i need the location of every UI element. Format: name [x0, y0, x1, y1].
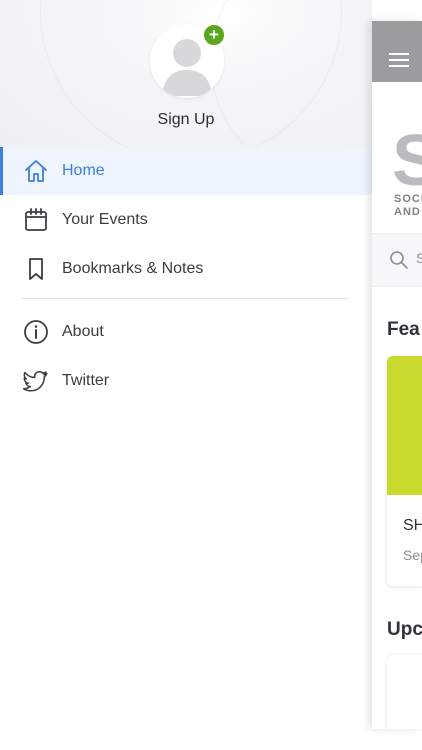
- app-logo-letter: S: [392, 121, 422, 201]
- twitter-icon: [22, 367, 50, 395]
- search-icon: [390, 251, 408, 269]
- hamburger-menu-icon[interactable]: [389, 53, 409, 71]
- main-content-panel[interactable]: S SOCI AND S Fea SH Sep Upc: [372, 21, 422, 729]
- featured-event-card[interactable]: SH Sep: [387, 356, 422, 586]
- search-placeholder: S: [416, 250, 422, 266]
- featured-section-title: Fea: [387, 319, 420, 340]
- menu-item-your-events[interactable]: Your Events: [0, 196, 372, 244]
- menu-item-label: Your Events: [62, 211, 148, 228]
- menu-item-bookmarks-notes[interactable]: Bookmarks & Notes: [0, 245, 372, 293]
- drawer-header: + Sign Up: [0, 0, 372, 147]
- info-icon: [22, 318, 50, 346]
- add-avatar-button[interactable]: +: [203, 24, 225, 46]
- menu-divider: [21, 298, 348, 299]
- menu-item-label: Bookmarks & Notes: [62, 260, 204, 277]
- featured-event-date: Sep: [403, 547, 422, 563]
- app-logo-text-line1: SOCI: [394, 193, 422, 205]
- sign-up-link[interactable]: Sign Up: [0, 111, 372, 129]
- app-logo-text-line2: AND: [394, 206, 421, 218]
- active-indicator: [0, 147, 3, 195]
- top-app-bar: [372, 21, 422, 82]
- menu-item-label: Twitter: [62, 372, 110, 389]
- home-icon: [22, 157, 50, 185]
- search-input[interactable]: S: [372, 233, 422, 287]
- calendar-icon: [22, 206, 50, 234]
- menu-item-about[interactable]: About: [0, 308, 372, 356]
- upcoming-event-card[interactable]: [387, 655, 422, 729]
- menu-item-label: Home: [62, 162, 105, 179]
- bookmark-icon: [22, 255, 50, 283]
- menu-item-home[interactable]: Home: [0, 147, 372, 195]
- menu-item-twitter[interactable]: Twitter: [0, 357, 372, 405]
- featured-event-title: SH: [403, 517, 422, 534]
- upcoming-section-title: Upc: [387, 619, 422, 640]
- featured-event-image: [387, 356, 422, 495]
- menu-item-label: About: [62, 323, 104, 340]
- navigation-drawer: + Sign Up Home Your Events Bookmarks & N…: [0, 0, 372, 750]
